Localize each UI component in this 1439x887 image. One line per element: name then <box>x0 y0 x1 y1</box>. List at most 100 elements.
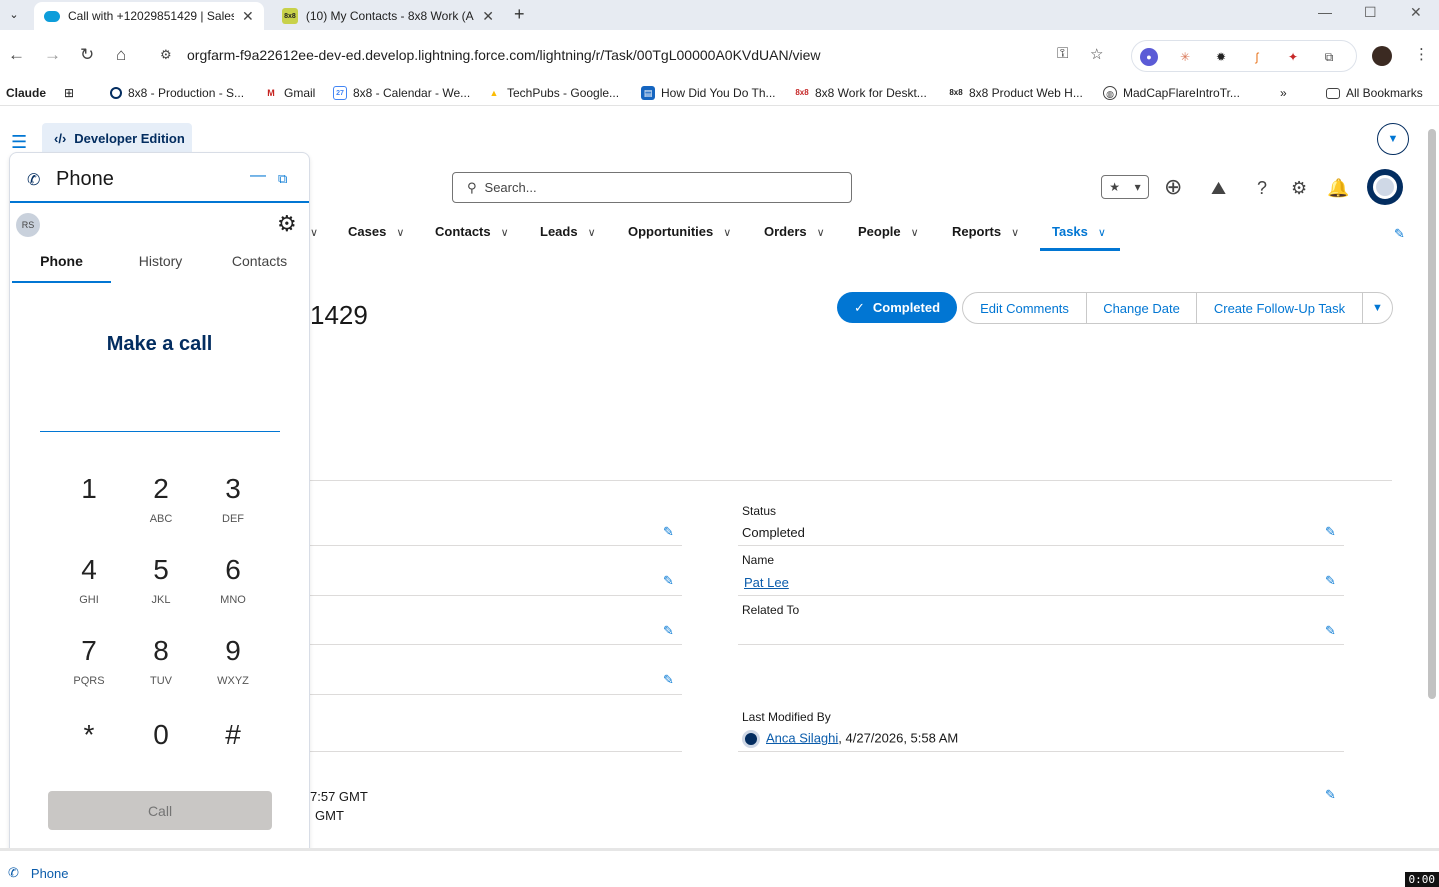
last-modified-user-link[interactable]: Anca Silaghi <box>766 730 838 745</box>
nav-item-opportunities[interactable]: Opportunities ∨ <box>628 224 731 239</box>
change-date-button[interactable]: Change Date <box>1086 292 1197 324</box>
app-launcher-menu-icon[interactable]: ☰ <box>11 132 27 153</box>
edit-nav-pencil-icon[interactable]: ✎ <box>1394 226 1405 242</box>
edit-field-pencil-icon[interactable]: ✎ <box>663 524 674 540</box>
nav-chevron-icon[interactable]: ∨ <box>310 224 318 239</box>
tab-search-chevron-icon[interactable]: ⌄ <box>4 4 24 24</box>
bookmark-claude[interactable]: Claude <box>6 86 46 100</box>
claude-extension-icon[interactable]: ✳ <box>1176 48 1194 66</box>
help-icon[interactable]: ? <box>1257 178 1267 199</box>
setup-gear-icon[interactable]: ⚙ <box>1291 178 1307 199</box>
extension-1-icon[interactable]: ● <box>1140 48 1158 66</box>
site-info-icon[interactable]: ⚙ <box>160 47 172 63</box>
minimize-panel-icon[interactable]: — <box>250 167 266 185</box>
nav-item-cases[interactable]: Cases ∨ <box>348 224 404 239</box>
edit-name-pencil-icon[interactable]: ✎ <box>1325 573 1336 589</box>
bookmark-8x8-production[interactable]: 8x8 - Production - S... <box>110 86 244 100</box>
edit-field-pencil-icon[interactable]: ✎ <box>663 573 674 589</box>
favorites-button[interactable]: ★ ▾ <box>1101 175 1149 199</box>
bookmark-8x8-calendar[interactable]: 27 8x8 - Calendar - We... <box>333 86 470 100</box>
chevron-down-icon[interactable]: ∨ <box>396 227 404 239</box>
dial-key-8[interactable]: 8 TUV <box>125 635 197 687</box>
dial-key-2[interactable]: 2 ABC <box>125 473 197 525</box>
profile-avatar[interactable] <box>1372 46 1392 66</box>
call-button[interactable]: Call <box>48 791 272 830</box>
address-bar[interactable]: orgfarm-f9a22612ee-dev-ed.develop.lightn… <box>187 47 820 63</box>
apps-grid-icon[interactable]: ⊞ <box>64 86 74 100</box>
back-icon[interactable]: ← <box>8 45 25 65</box>
edit-status-pencil-icon[interactable]: ✎ <box>1325 524 1336 540</box>
browser-tab-8x8[interactable]: 8x8 (10) My Contacts - 8x8 Work (A ✕ <box>272 2 504 30</box>
more-bookmarks-icon[interactable]: » <box>1280 86 1287 100</box>
nav-item-leads[interactable]: Leads ∨ <box>540 224 596 239</box>
dial-key-9[interactable]: 9 WXYZ <box>197 635 269 687</box>
bookmark-gmail[interactable]: M Gmail <box>264 86 315 100</box>
dial-key-0[interactable]: 0 <box>125 719 197 751</box>
dial-key-5[interactable]: 5 JKL <box>125 554 197 606</box>
bookmark-madcap[interactable]: ◍ MadCapFlareIntroTr... <box>1103 86 1240 100</box>
create-follow-up-task-button[interactable]: Create Follow-Up Task <box>1196 292 1363 324</box>
global-actions-add-icon[interactable]: ⊕ <box>1164 174 1182 200</box>
maximize-window-icon[interactable]: ☐ <box>1364 4 1377 21</box>
name-link[interactable]: Pat Lee <box>744 575 789 590</box>
dial-key-1[interactable]: 1 <box>53 473 125 513</box>
reload-icon[interactable]: ↻ <box>80 45 94 65</box>
close-tab-icon[interactable]: ✕ <box>242 8 254 25</box>
minimize-window-icon[interactable]: — <box>1318 4 1332 20</box>
chevron-down-icon[interactable]: ∨ <box>588 227 596 239</box>
more-actions-dropdown-icon[interactable]: ▼ <box>1362 292 1393 324</box>
phone-settings-gear-icon[interactable]: ⚙ <box>277 211 297 237</box>
home-icon[interactable]: ⌂ <box>116 45 126 65</box>
browser-tab-salesforce[interactable]: Call with +12029851429 | Sales ✕ <box>34 2 264 30</box>
edit-related-pencil-icon[interactable]: ✎ <box>1325 623 1336 639</box>
user-avatar[interactable] <box>1367 169 1403 205</box>
notifications-bell-icon[interactable]: 🔔 <box>1327 178 1349 199</box>
global-search-input[interactable]: ⚲ Search... <box>452 172 852 203</box>
nav-item-tasks[interactable]: Tasks ∨ <box>1052 224 1106 239</box>
close-tab-icon[interactable]: ✕ <box>482 8 494 25</box>
forward-icon[interactable]: → <box>44 45 61 65</box>
dial-key-4[interactable]: 4 GHI <box>53 554 125 606</box>
bookmark-techpubs[interactable]: ▲ TechPubs - Google... <box>487 86 620 100</box>
edit-field-pencil-icon[interactable]: ✎ <box>663 623 674 639</box>
edit-comments-button[interactable]: Edit Comments <box>962 292 1087 324</box>
password-key-icon[interactable]: ⚿ <box>1057 45 1068 62</box>
utility-phone-item[interactable]: ✆ Phone <box>8 865 69 881</box>
edit-field-pencil-icon[interactable]: ✎ <box>663 672 674 688</box>
bookmark-8x8-product-web[interactable]: 8x8 8x8 Product Web H... <box>949 86 1083 100</box>
bookmark-8x8-work-desktop[interactable]: 8x8 8x8 Work for Deskt... <box>795 86 927 100</box>
edit-field-pencil-icon[interactable]: ✎ <box>1325 787 1336 803</box>
setup-dropdown-icon[interactable]: ▼ <box>1377 123 1409 155</box>
dial-key-star[interactable]: * <box>53 719 125 751</box>
nav-item-reports[interactable]: Reports ∨ <box>952 224 1019 239</box>
chevron-down-icon[interactable]: ∨ <box>817 227 825 239</box>
chevron-down-icon[interactable]: ∨ <box>723 227 731 239</box>
dial-key-3[interactable]: 3 DEF <box>197 473 269 525</box>
chevron-down-icon[interactable]: ∨ <box>501 227 509 239</box>
nav-item-people[interactable]: People ∨ <box>858 224 919 239</box>
page-scrollbar[interactable] <box>1428 129 1436 699</box>
tab-contacts[interactable]: Contacts <box>210 253 309 269</box>
agent-avatar[interactable]: RS <box>16 213 40 237</box>
close-window-icon[interactable]: ✕ <box>1410 4 1422 21</box>
extension-5-icon[interactable]: ✦ <box>1284 48 1302 66</box>
chevron-down-icon[interactable]: ∨ <box>1011 227 1019 239</box>
tab-phone[interactable]: Phone <box>12 253 111 269</box>
tab-history[interactable]: History <box>111 253 210 269</box>
trailhead-icon[interactable]: ⛰ <box>1211 178 1226 199</box>
chevron-down-icon[interactable]: ∨ <box>1098 227 1106 239</box>
extension-4-icon[interactable]: ʃ <box>1248 48 1266 66</box>
bookmark-how-did-you[interactable]: ▤ How Did You Do Th... <box>641 86 776 100</box>
dial-key-7[interactable]: 7 PQRS <box>53 635 125 687</box>
nav-item-contacts[interactable]: Contacts ∨ <box>435 224 509 239</box>
extensions-puzzle-icon[interactable]: ⧉ <box>1320 48 1338 66</box>
all-bookmarks[interactable]: All Bookmarks <box>1326 86 1423 100</box>
nav-item-orders[interactable]: Orders ∨ <box>764 224 825 239</box>
chevron-down-icon[interactable]: ∨ <box>911 227 919 239</box>
completed-button[interactable]: ✓ Completed <box>837 292 957 323</box>
browser-menu-icon[interactable]: ⋮ <box>1414 45 1429 63</box>
dial-number-input[interactable] <box>40 431 280 432</box>
dial-key-6[interactable]: 6 MNO <box>197 554 269 606</box>
bookmark-star-icon[interactable]: ☆ <box>1090 45 1103 63</box>
dial-key-hash[interactable]: # <box>197 719 269 751</box>
